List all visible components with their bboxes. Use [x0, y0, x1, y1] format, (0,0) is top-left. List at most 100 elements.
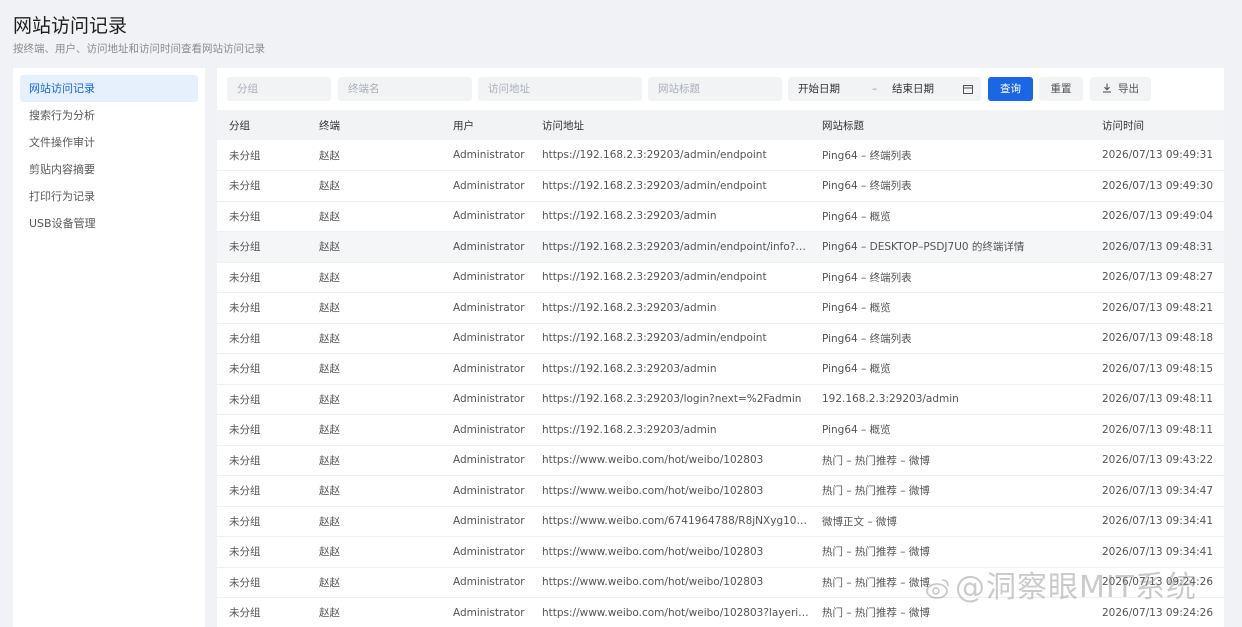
cell-site-title: Ping64 – 概览 [822, 302, 891, 315]
visit-records-table: 分组 终端 用户 访问地址 网站标题 访问时间 未分组 赵赵 Administrat… [217, 110, 1224, 627]
page-title: 网站访问记录 [13, 15, 128, 37]
cell-visit-time: 2026/07/13 09:49:31 [1102, 149, 1214, 161]
date-separator: – [872, 83, 878, 95]
cell-visit-time: 2026/07/13 09:48:11 [1102, 393, 1214, 406]
cell-group: 未分组 [229, 302, 261, 315]
table-row[interactable]: 未分组 赵赵 Administrator https://www.weibo.com/… [217, 476, 1224, 506]
calendar-icon[interactable] [963, 84, 973, 94]
cell-visit-time: 2026/07/13 09:24:26 [1102, 576, 1214, 589]
sidebar-item-print[interactable]: 打印行为记录 [20, 183, 198, 210]
cell-visit-time: 2026/07/13 09:48:21 [1102, 301, 1214, 314]
sidebar-item-file-audit[interactable]: 文件操作审计 [20, 129, 198, 156]
cell-user: Administrator [453, 332, 525, 345]
cell-user: Administrator [453, 484, 525, 497]
table-row[interactable]: 未分组 赵赵 Administrator https://www.weibo.com/… [217, 537, 1224, 567]
cell-site-title: Ping64 – 终端列表 [822, 271, 912, 284]
cell-visit-time: 2026/07/13 09:34:47 [1102, 484, 1214, 497]
cell-endpoint: 赵赵 [319, 302, 340, 315]
cell-url: https://192.168.2.3:29203/admin/endpoint [542, 332, 767, 345]
download-icon [1103, 83, 1111, 93]
table-row[interactable]: 未分组 赵赵 Administrator https://www.weibo.com/… [217, 598, 1224, 627]
cell-user: Administrator [453, 210, 525, 223]
reset-button[interactable]: 重置 [1039, 77, 1083, 101]
cell-endpoint: 赵赵 [319, 607, 340, 620]
endpoint-filter-input[interactable] [338, 77, 472, 101]
cell-group: 未分组 [229, 363, 261, 376]
cell-site-title: Ping64 – 概览 [822, 424, 891, 437]
cell-user: Administrator [453, 271, 525, 284]
cell-visit-time: 2026/07/13 09:49:30 [1102, 179, 1214, 192]
table-row[interactable]: 未分组 赵赵 Administrator https://192.168.2.3:29… [217, 140, 1224, 171]
table-row[interactable]: 未分组 赵赵 Administrator https://192.168.2.3:29… [217, 415, 1224, 445]
cell-url: https://192.168.2.3:29203/admin/endpoint [542, 271, 767, 284]
cell-endpoint: 赵赵 [319, 149, 340, 162]
sidebar-item-usb[interactable]: USB设备管理 [20, 210, 198, 237]
cell-url: https://192.168.2.3:29203/admin/endpoint [542, 179, 767, 192]
table-row[interactable]: 未分组 赵赵 Administrator https://192.168.2.3:29… [217, 384, 1224, 415]
cell-endpoint: 赵赵 [319, 576, 340, 589]
cell-group: 未分组 [229, 546, 261, 559]
column-header-visit-time[interactable]: 访问时间 [1090, 110, 1224, 140]
cell-url: https://www.weibo.com/hot/weibo/102803 [542, 545, 764, 558]
end-date-field[interactable]: 结束日期 [892, 77, 934, 101]
cell-site-title: 热门 – 热门推荐 – 微博 [822, 607, 930, 620]
cell-user: Administrator [453, 606, 525, 619]
cell-endpoint: 赵赵 [319, 546, 340, 559]
column-header-endpoint[interactable]: 终端 [307, 110, 441, 140]
cell-user: Administrator [453, 454, 525, 467]
table-row[interactable]: 未分组 赵赵 Administrator https://www.weibo.com/… [217, 506, 1224, 537]
cell-user: Administrator [453, 393, 525, 406]
cell-user: Administrator [453, 240, 525, 253]
cell-site-title: Ping64 – 终端列表 [822, 149, 912, 162]
cell-url: https://www.weibo.com/hot/weibo/102803 [542, 454, 764, 467]
url-filter-input[interactable] [478, 77, 642, 101]
cell-url: https://www.weibo.com/6741964788/R8jNXyg… [542, 515, 807, 528]
table-row[interactable]: 未分组 赵赵 Administrator https://192.168.2.3:29… [217, 354, 1224, 384]
table-row[interactable]: 未分组 赵赵 Administrator https://www.weibo.com/… [217, 445, 1224, 476]
export-label: 导出 [1118, 83, 1139, 95]
cell-site-title: Ping64 – DESKTOP–PSDJ7U0 的终端详情 [822, 241, 1025, 254]
cell-site-title: 热门 – 热门推荐 – 微博 [822, 546, 930, 559]
cell-url: https://192.168.2.3:29203/admin/endpoint… [542, 240, 810, 253]
site-title-filter-input[interactable] [648, 77, 782, 101]
cell-url: https://www.weibo.com/hot/weibo/102803?l… [542, 606, 809, 619]
export-button[interactable]: 导出 [1090, 77, 1151, 101]
column-header-group[interactable]: 分组 [217, 110, 307, 140]
cell-group: 未分组 [229, 454, 261, 467]
table-row[interactable]: 未分组 赵赵 Administrator https://192.168.2.3:29… [217, 293, 1224, 323]
cell-user: Administrator [453, 515, 525, 528]
table-row[interactable]: 未分组 赵赵 Administrator https://192.168.2.3:29… [217, 171, 1224, 201]
sidebar-item-website-visits[interactable]: 网站访问记录 [20, 75, 198, 102]
page-header: 网站访问记录 按终端、用户、访问地址和访问时间查看网站访问记录 [13, 14, 265, 56]
cell-site-title: 热门 – 热门推荐 – 微博 [822, 485, 930, 498]
cell-site-title: Ping64 – 终端列表 [822, 180, 912, 193]
cell-user: Administrator [453, 576, 525, 589]
column-header-site-title[interactable]: 网站标题 [810, 110, 1090, 140]
table-row[interactable]: 未分组 赵赵 Administrator https://192.168.2.3:29… [217, 323, 1224, 354]
cell-visit-time: 2026/07/13 09:48:15 [1102, 362, 1214, 375]
column-header-user[interactable]: 用户 [441, 110, 530, 140]
filter-toolbar: 开始日期 – 结束日期 查询 重置 导出 [217, 68, 1224, 110]
cell-endpoint: 赵赵 [319, 424, 340, 437]
cell-url: https://192.168.2.3:29203/login?next=%2F… [542, 393, 802, 406]
cell-endpoint: 赵赵 [319, 485, 340, 498]
table-header-row: 分组 终端 用户 访问地址 网站标题 访问时间 [217, 110, 1224, 140]
cell-site-title: 热门 – 热门推荐 – 微博 [822, 454, 930, 467]
start-date-field[interactable]: 开始日期 [798, 77, 840, 101]
cell-site-title: Ping64 – 终端列表 [822, 332, 912, 345]
cell-site-title: Ping64 – 概览 [822, 363, 891, 376]
cell-visit-time: 2026/07/13 09:48:31 [1102, 240, 1214, 253]
table-row[interactable]: 未分组 赵赵 Administrator https://192.168.2.3:29… [217, 262, 1224, 293]
date-range-picker[interactable]: 开始日期 – 结束日期 [788, 77, 981, 101]
table-row[interactable]: 未分组 赵赵 Administrator https://www.weibo.com/… [217, 567, 1224, 598]
column-header-url[interactable]: 访问地址 [530, 110, 810, 140]
sidebar-item-search-behavior[interactable]: 搜索行为分析 [20, 102, 198, 129]
cell-endpoint: 赵赵 [319, 241, 340, 254]
table-row[interactable]: 未分组 赵赵 Administrator https://192.168.2.3:29… [217, 231, 1224, 262]
sidebar-item-clipboard[interactable]: 剪贴内容摘要 [20, 156, 198, 183]
table-row[interactable]: 未分组 赵赵 Administrator https://192.168.2.3:29… [217, 201, 1224, 232]
group-filter-input[interactable] [227, 77, 331, 101]
cell-user: Administrator [453, 301, 525, 314]
cell-url: https://192.168.2.3:29203/admin [542, 423, 717, 436]
query-button[interactable]: 查询 [988, 77, 1033, 101]
